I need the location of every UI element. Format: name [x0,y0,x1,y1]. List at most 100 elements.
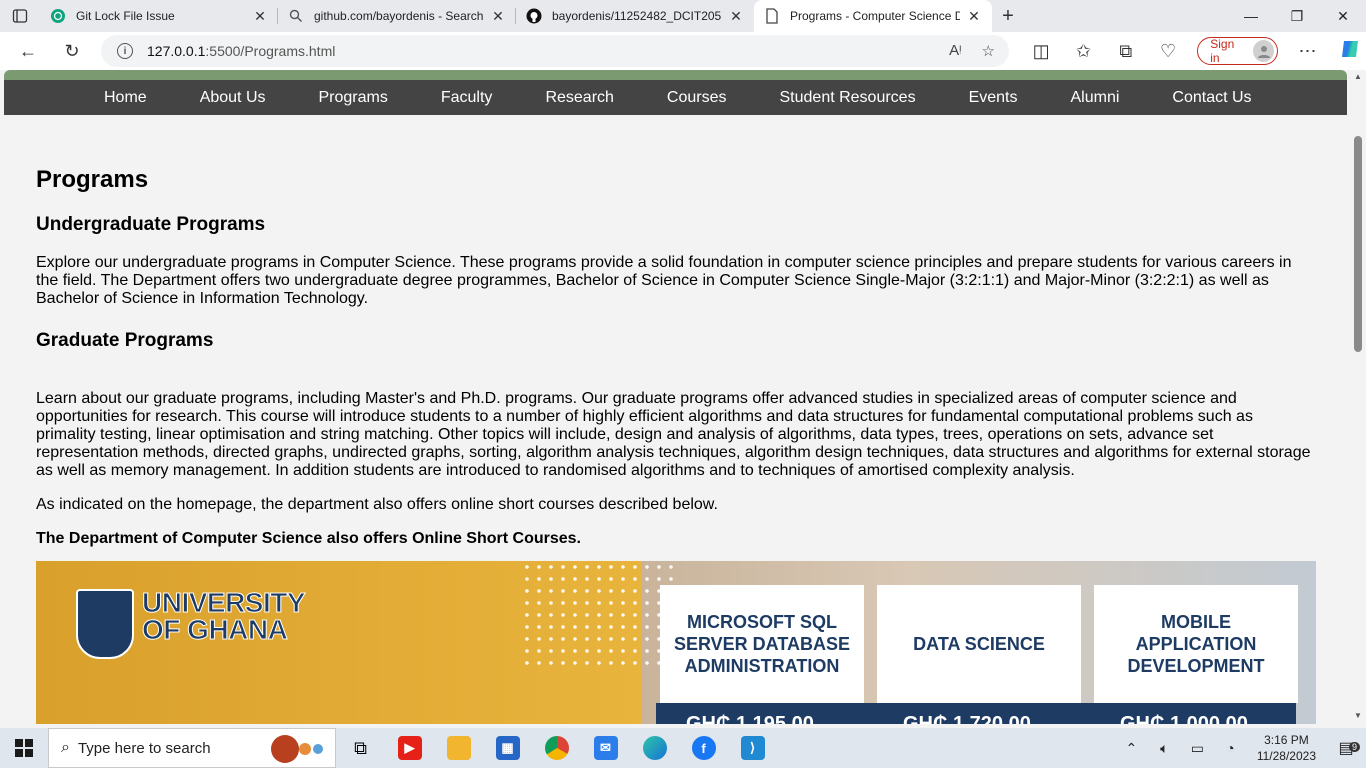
close-window-button[interactable]: ✕ [1320,0,1366,32]
nav-about-us[interactable]: About Us [200,89,266,107]
start-button[interactable] [0,728,48,768]
read-aloud-icon[interactable]: A͏ᵎ [949,42,961,60]
window-controls: — ❐ ✕ [1228,0,1366,32]
nav-home[interactable]: Home [104,89,147,107]
restore-button[interactable]: ❐ [1274,0,1320,32]
close-icon[interactable]: ✕ [728,8,744,24]
close-icon: ✕ [1337,7,1349,24]
taskbar-mail[interactable]: ✉ [581,728,630,768]
main-nav: Home About Us Programs Faculty Research … [4,80,1347,115]
info-icon[interactable]: i [117,43,133,59]
tab-title: Git Lock File Issue [76,9,175,23]
plus-icon: + [1002,4,1014,27]
windows-logo-icon [15,739,33,757]
battery-icon: ▭ [1190,739,1204,756]
split-screen-button[interactable]: ◫ [1020,32,1062,70]
nav-programs[interactable]: Programs [319,89,388,107]
more-icon: ⋯ [1298,40,1317,61]
taskbar-search-input[interactable]: ⌕ Type here to search [48,728,336,768]
settings-more-button[interactable]: ⋯ [1286,32,1328,70]
tab-github-repo[interactable]: bayordenis/11252482_DCIT205: A ✕ [516,0,754,32]
refresh-button[interactable]: ↻ [52,32,92,70]
sign-in-button[interactable]: Sign in [1197,37,1279,65]
online-courses-bold: The Department of Computer Science also … [36,530,581,547]
split-screen-icon: ◫ [1032,40,1050,61]
speaker-icon: 🔈︎ [1160,739,1169,756]
restore-icon: ❐ [1290,7,1304,24]
performance-button[interactable]: ♡ [1147,32,1189,70]
collections-button[interactable]: ⧉ [1105,32,1147,70]
undergraduate-text: Explore our undergraduate programs in Co… [36,254,1292,307]
url-host: 127.0.0.1 [147,43,206,59]
close-icon[interactable]: ✕ [252,8,268,24]
short-courses-banner: UNIVERSITY OF GHANA MICROSOFT SQL SERVER… [36,561,1316,724]
tab-actions-button[interactable] [0,0,40,32]
taskbar-store[interactable]: ▦ [483,728,532,768]
search-icon: ⌕ [61,739,70,756]
taskbar-youtube[interactable]: ▶ [385,728,434,768]
minimize-button[interactable]: — [1228,0,1274,32]
graduate-heading: Graduate Programs [36,330,214,351]
page-icon [764,8,780,24]
mail-icon: ✉ [593,736,618,760]
favorite-star-icon[interactable]: ☆ [982,42,995,60]
nav-events[interactable]: Events [969,89,1018,107]
folder-icon [446,736,471,760]
ug-logo-line2: OF GHANA [141,614,288,645]
copilot-icon [1339,38,1361,65]
scrollbar-thumb[interactable] [1354,136,1362,352]
scroll-down-icon[interactable]: ▼ [1354,711,1362,720]
search-placeholder: Type here to search [77,739,211,757]
close-icon[interactable]: ✕ [966,8,982,24]
close-icon[interactable]: ✕ [490,8,506,24]
heart-pulse-icon: ♡ [1160,40,1177,61]
copilot-button[interactable] [1329,32,1366,70]
nav-contact-us[interactable]: Contact Us [1172,89,1251,107]
course-card-data-science: DATA SCIENCE [877,585,1081,703]
banner-dots-pattern [521,561,676,671]
battery-button[interactable]: ▭ [1181,740,1214,757]
tray-overflow-button[interactable]: ⌃ [1115,740,1148,757]
nav-student-resources[interactable]: Student Resources [780,89,916,107]
page-scrollbar[interactable]: ▲ ▼ [1350,70,1366,724]
address-bar[interactable]: i 127.0.0.1:5500/Programs.html A͏ᵎ ☆ [101,35,1009,67]
url-path: :5500/Programs.html [205,43,336,59]
tab-actions-icon [12,9,28,23]
taskbar-clock[interactable]: 3:16 PM 11/28/2023 [1247,732,1326,764]
header-accent-border [4,70,1347,80]
page-viewport: Home About Us Programs Faculty Research … [0,70,1350,724]
taskbar-facebook[interactable]: f [679,728,728,768]
taskbar-edge[interactable] [630,728,679,768]
nav-faculty[interactable]: Faculty [441,89,493,107]
nav-courses[interactable]: Courses [667,89,727,107]
ug-logo: UNIVERSITY OF GHANA [76,588,306,659]
tab-programs[interactable]: Programs - Computer Science De ✕ [754,0,992,32]
course-card-mobile: MOBILE APPLICATION DEVELOPMENT [1094,585,1298,703]
vscode-icon: ⟩ [740,736,765,760]
edge-icon [642,736,667,760]
graduate-text: Learn about our graduate programs, inclu… [36,390,1311,479]
task-view-button[interactable]: ⧉ [336,728,385,768]
tab-github-search[interactable]: github.com/bayordenis - Search ✕ [278,0,516,32]
tab-strip: Git Lock File Issue ✕ github.com/bayorde… [0,0,1366,32]
chatgpt-icon [50,8,66,24]
volume-button[interactable]: 🔈︎ [1148,740,1181,757]
price-mobile: GH₵ 1,000.00 [1120,713,1248,724]
back-button[interactable]: ← [8,32,48,70]
tab-git-lock[interactable]: Git Lock File Issue ✕ [40,0,278,32]
taskbar-vscode[interactable]: ⟩ [728,728,777,768]
nav-alumni[interactable]: Alumni [1071,89,1120,107]
notification-center-button[interactable]: ▤ 9 [1326,738,1366,758]
favorites-button[interactable]: ✩ [1062,32,1104,70]
taskbar-chrome[interactable] [532,728,581,768]
network-button[interactable]: ◔ [1214,740,1247,756]
page-title: Programs [36,166,149,193]
minimize-icon: — [1244,8,1258,24]
nav-research[interactable]: Research [545,89,613,107]
online-courses-text: As indicated on the homepage, the depart… [36,496,718,513]
task-view-icon: ⧉ [354,737,367,758]
scroll-up-icon[interactable]: ▲ [1354,72,1362,81]
new-tab-button[interactable]: + [992,0,1024,32]
tab-title: bayordenis/11252482_DCIT205: A [552,9,722,23]
taskbar-file-explorer[interactable] [434,728,483,768]
